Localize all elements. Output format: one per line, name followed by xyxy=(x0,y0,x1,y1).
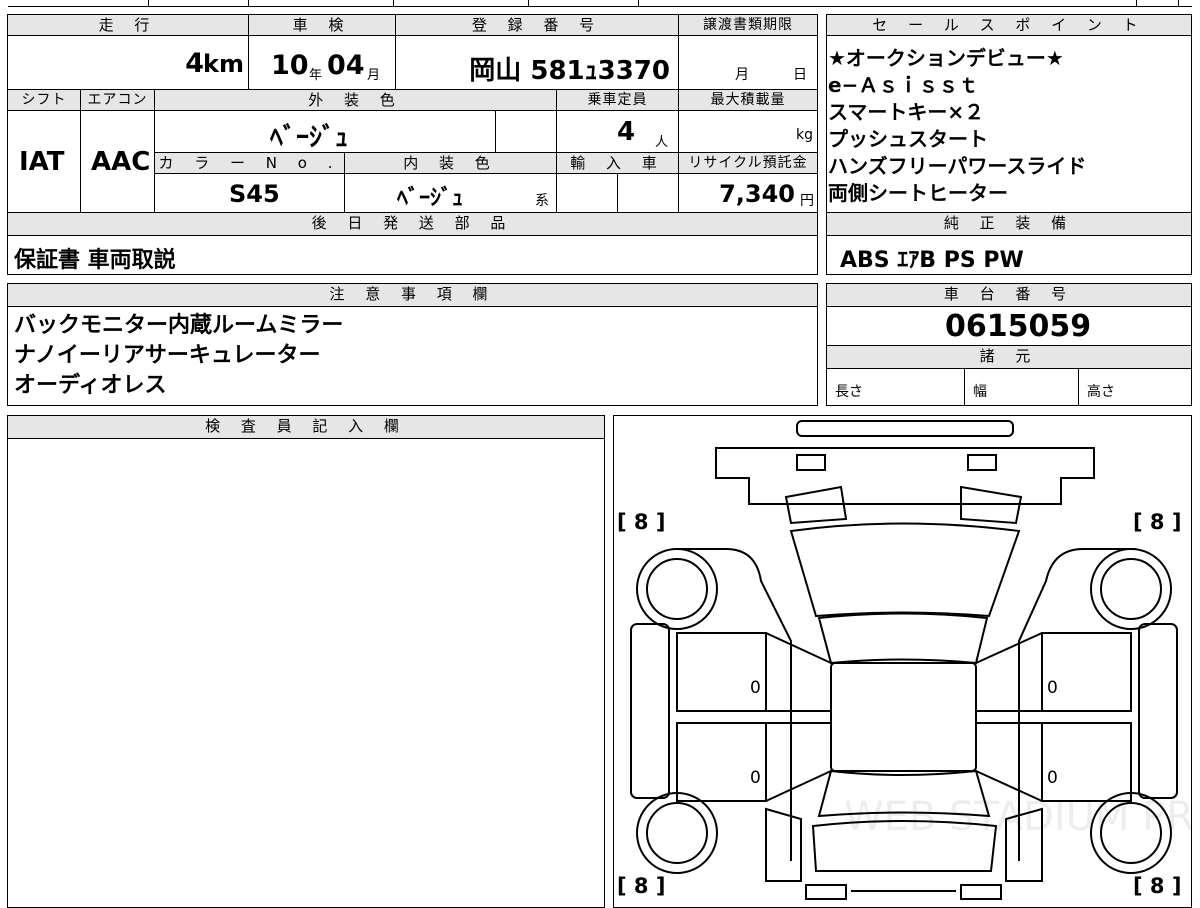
note-line: バックモニター内蔵ルームミラー xyxy=(14,313,344,338)
recycle-header: リサイクル預託金 xyxy=(678,152,818,174)
inspection-month: 04 xyxy=(327,50,365,81)
standard-equipment-header: 純 正 装 備 xyxy=(826,212,1192,236)
aircon-value: AAC xyxy=(91,147,151,177)
capacity-value: 4 xyxy=(617,117,636,147)
top-cropped-strip xyxy=(8,0,1192,7)
sales-point-line: ★オークションデビュー★ xyxy=(828,46,1064,70)
door-score-right-rear: 0 xyxy=(1047,768,1058,788)
interior-color-value: ﾍﾞｰｼﾞｭ xyxy=(397,186,464,211)
notes-cell: バックモニター内蔵ルームミラー ナノイーリアサーキュレーター オーディオレス xyxy=(7,306,818,406)
car-diagram-panel: WEB STADIUM PRO xyxy=(613,415,1192,908)
transfer-month-unit: 月 xyxy=(735,67,749,83)
specs-length-label: 長さ xyxy=(835,384,863,400)
color-no-value: S45 xyxy=(229,180,280,208)
exterior-color-header: 外 装 色 xyxy=(154,89,557,111)
sales-points-header: セ ー ル ス ポ イ ン ト xyxy=(826,14,1192,36)
specs-height-cell: 高さ xyxy=(1078,368,1192,406)
inspector-cell xyxy=(7,438,605,908)
inspection-month-unit: 月 xyxy=(367,68,381,83)
specs-length-cell: 長さ xyxy=(826,368,965,406)
door-score-left-rear: 0 xyxy=(750,768,761,788)
inspection-year: 10 xyxy=(271,50,309,81)
sales-point-line: ハンズフリーパワースライド xyxy=(828,154,1087,178)
mileage-cell: 4 km xyxy=(7,35,249,90)
shift-header: シフト xyxy=(7,89,81,111)
interior-color-suffix: 系 xyxy=(535,193,549,209)
note-line: ナノイーリアサーキュレーター xyxy=(14,343,321,368)
interior-color-cell: ﾍﾞｰｼﾞｭ 系 xyxy=(344,173,557,213)
registration-value: 岡山 581ｭ3370 xyxy=(469,56,670,86)
later-parts-cell: 保証書 車両取説 xyxy=(7,235,818,275)
max-load-cell: kg xyxy=(678,110,818,153)
capacity-unit: 人 xyxy=(655,135,669,150)
door-score-left-front: 0 xyxy=(750,678,761,698)
inspection-header: 車 検 xyxy=(248,14,396,36)
specs-width-cell: 幅 xyxy=(964,368,1079,406)
transfer-deadline-cell: 月 日 xyxy=(678,35,818,90)
door-score-right-front: 0 xyxy=(1047,678,1058,698)
chassis-value: 0615059 xyxy=(945,309,1092,344)
watermark-text: WEB STADIUM PRO xyxy=(844,794,1192,840)
sales-point-line: スマートキー×２ xyxy=(828,100,985,124)
max-load-header: 最大積載量 xyxy=(678,89,818,111)
mileage-value: 4 xyxy=(185,48,204,79)
sales-point-line: e−Ａｓｉｓｓｔ xyxy=(828,73,979,97)
mileage-unit: km xyxy=(203,50,244,78)
chassis-cell: 0615059 xyxy=(826,306,1192,346)
shift-value: IAT xyxy=(19,147,65,177)
capacity-cell: 4 人 xyxy=(556,110,679,153)
import-cell-b xyxy=(617,173,679,213)
specs-header: 諸 元 xyxy=(826,345,1192,369)
specs-height-label: 高さ xyxy=(1087,384,1115,400)
aircon-header: エアコン xyxy=(80,89,155,111)
notes-header: 注 意 事 項 欄 xyxy=(7,283,818,307)
exterior-color-cell: ﾍﾞｰｼﾞｭ xyxy=(154,110,496,153)
aircon-cell: AAC xyxy=(80,110,155,213)
transfer-deadline-header: 譲渡書類期限 xyxy=(678,14,818,36)
color-no-header: カ ラ ー N o . xyxy=(154,152,345,174)
standard-equipment-value: ABS ｴｱB PS PW xyxy=(840,248,1024,273)
exterior-color-extra-cell xyxy=(495,110,557,153)
chassis-header: 車 台 番 号 xyxy=(826,283,1192,307)
recycle-value: 7,340 xyxy=(719,180,795,208)
shift-cell: IAT xyxy=(7,110,81,213)
registration-header: 登 録 番 号 xyxy=(395,14,679,36)
later-parts-value: 保証書 車両取説 xyxy=(14,248,176,273)
sales-points-cell: ★オークションデビュー★ e−Ａｓｉｓｓｔ スマートキー×２ プッシュスタート … xyxy=(826,35,1192,213)
max-load-unit: kg xyxy=(796,127,813,143)
tire-tread-rear-left: [ 8 ] xyxy=(617,874,666,898)
color-no-cell: S45 xyxy=(154,173,345,213)
later-parts-header: 後 日 発 送 部 品 xyxy=(7,212,818,236)
transfer-day-unit: 日 xyxy=(793,67,807,83)
inspection-year-unit: 年 xyxy=(309,68,323,83)
specs-width-label: 幅 xyxy=(973,384,987,400)
inspector-header: 検 査 員 記 入 欄 xyxy=(7,415,605,439)
note-line: オーディオレス xyxy=(14,373,167,398)
tire-tread-rear-right: [ 8 ] xyxy=(1133,874,1182,898)
sales-point-line: プッシュスタート xyxy=(828,127,988,151)
sales-point-line: 両側シートヒーター xyxy=(828,181,1008,205)
import-header: 輸 入 車 xyxy=(556,152,679,174)
capacity-header: 乗車定員 xyxy=(556,89,679,111)
mileage-header: 走 行 xyxy=(7,14,249,36)
standard-equipment-cell: ABS ｴｱB PS PW xyxy=(826,235,1192,275)
recycle-unit: 円 xyxy=(800,193,814,209)
exterior-color-value: ﾍﾞｰｼﾞｭ xyxy=(270,123,349,153)
registration-cell: 岡山 581ｭ3370 xyxy=(395,35,679,90)
recycle-cell: 7,340 円 xyxy=(678,173,818,213)
tire-tread-front-right: [ 8 ] xyxy=(1133,510,1182,534)
tire-tread-front-left: [ 8 ] xyxy=(617,510,666,534)
interior-color-header: 内 装 色 xyxy=(344,152,557,174)
inspection-cell: 10 年 04 月 xyxy=(248,35,396,90)
import-cell-a xyxy=(556,173,618,213)
